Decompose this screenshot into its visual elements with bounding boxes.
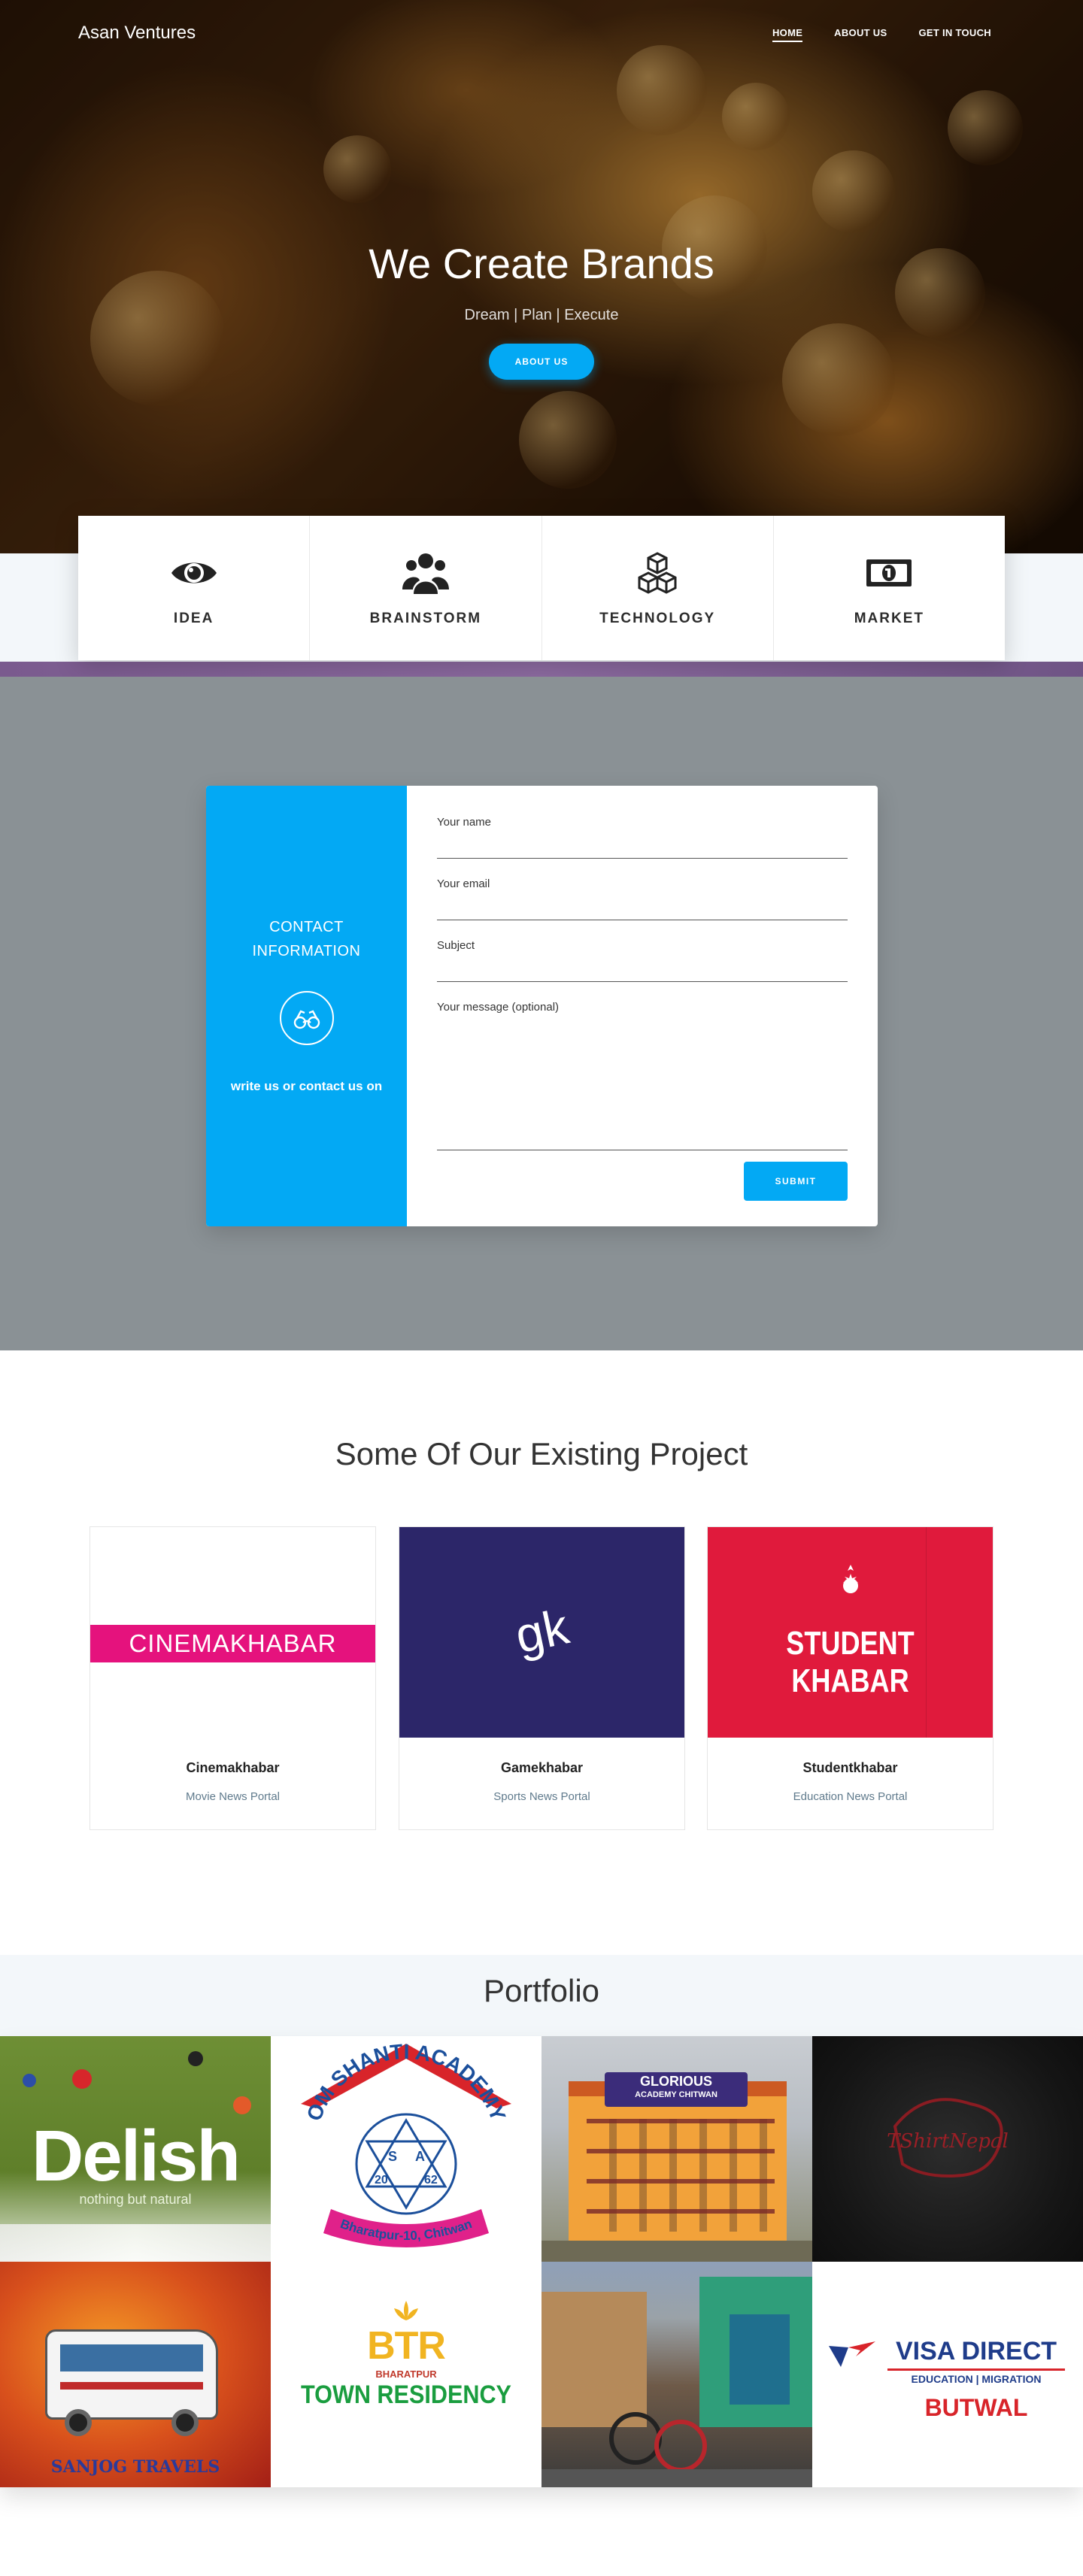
subject-field-group: Subject — [437, 939, 848, 982]
feature-idea: IDEA — [78, 516, 311, 660]
lotus-icon — [394, 2301, 418, 2320]
nepal-flag-icon — [843, 1565, 858, 1593]
project-name: Cinemakhabar — [186, 1760, 280, 1775]
email-label: Your email — [437, 877, 490, 890]
svg-text:TShirtNepal: TShirtNepal — [887, 2130, 1009, 2153]
glorious-sign: GLORIOUS — [639, 2074, 712, 2089]
portfolio-tile-sanjog-travels[interactable]: SANJOG TRAVELS — [0, 2262, 271, 2487]
contact-note: write us or contact us on — [230, 1079, 383, 1093]
name-label: Your name — [437, 816, 491, 829]
visa-direct-tagline: EDUCATION | MIGRATION — [911, 2373, 1042, 2385]
nav-about-us[interactable]: ABOUT US — [834, 27, 887, 38]
plane-icon — [829, 2341, 875, 2367]
svg-text:20: 20 — [375, 2174, 388, 2187]
feature-label: BRAINSTORM — [369, 611, 482, 626]
email-field-group: Your email — [437, 877, 848, 920]
feature-technology: TECHNOLOGY — [542, 516, 774, 660]
name-input[interactable] — [437, 833, 848, 859]
contact-info-panel: CONTACT INFORMATION write us or contact … — [206, 786, 407, 1226]
project-card-cinemakhabar[interactable]: CINEMAKHABAR Cinemakhabar Movie News Por… — [89, 1526, 376, 1830]
hero-subtitle: Dream | Plan | Execute — [464, 307, 619, 323]
eye-icon — [171, 562, 217, 583]
contact-form: Your name Your email Subject Your messag… — [407, 786, 878, 1226]
submit-button[interactable]: SUBMIT — [744, 1162, 848, 1201]
visa-direct-name: VISA DIRECT — [895, 2337, 1057, 2365]
name-field-group: Your name — [437, 816, 848, 859]
nav-home[interactable]: HOME — [772, 27, 803, 42]
message-label: Your message (optional) — [437, 1001, 560, 1014]
sanjog-logo-text: SANJOG TRAVELS — [50, 2457, 220, 2477]
top-nav: HOME ABOUT US GET IN TOUCH — [772, 27, 991, 42]
project-card-gamekhabar[interactable]: gk Gamekhabar Sports News Portal — [399, 1526, 685, 1830]
delish-logo: Delish — [31, 2116, 241, 2196]
gamekhabar-logo: gk — [510, 1598, 574, 1664]
feature-brainstorm: BRAINSTORM — [310, 516, 542, 660]
feature-label: IDEA — [173, 611, 214, 626]
btr-place: BHARATPUR — [375, 2368, 437, 2380]
project-name: Studentkhabar — [802, 1760, 898, 1775]
project-card-studentkhabar[interactable]: STUDENT KHABAR Studentkhabar Education N… — [707, 1526, 994, 1830]
about-us-button[interactable]: ABOUT US — [489, 344, 594, 380]
project-name: Gamekhabar — [500, 1760, 584, 1775]
binoculars-icon — [280, 991, 334, 1045]
glorious-subtitle: ACADEMY CHITWAN — [635, 2090, 717, 2099]
hero-section: Asan Ventures HOME ABOUT US GET IN TOUCH… — [0, 0, 1083, 553]
portfolio-tile-om-shanti[interactable]: OM SHANTI ACADEMY S A 20 62 Bharatpur-10… — [271, 2036, 542, 2262]
delish-tagline: nothing but natural — [79, 2192, 192, 2207]
feature-label: TECHNOLOGY — [599, 611, 716, 626]
project-description: Movie News Portal — [185, 1790, 281, 1803]
feature-market: MARKET — [774, 516, 1005, 660]
portfolio-tile-visa-direct[interactable]: VISA DIRECT EDUCATION | MIGRATION BUTWAL — [812, 2262, 1083, 2487]
studentkhabar-logo: STUDENT KHABAR — [786, 1625, 915, 1699]
portfolio-tile-town-residency[interactable]: BTR BHARATPUR TOWN RESIDENCY — [271, 2262, 542, 2487]
cubes-icon — [638, 552, 677, 594]
portfolio-tile-glorious[interactable]: GLORIOUS ACADEMY CHITWAN — [542, 2036, 812, 2262]
om-shanti-logo: OM SHANTI ACADEMY S A 20 62 Bharatpur-10… — [301, 2040, 511, 2247]
nav-get-in-touch[interactable]: GET IN TOUCH — [918, 27, 991, 38]
contact-card: CONTACT INFORMATION write us or contact … — [206, 786, 878, 1226]
hero-title: We Create Brands — [369, 240, 714, 287]
users-icon — [402, 553, 449, 594]
subject-label: Subject — [437, 939, 475, 952]
divider-bar — [0, 662, 1083, 677]
projects-title: Some Of Our Existing Project — [335, 1436, 748, 1471]
project-thumbnail: gk — [399, 1527, 684, 1738]
portfolio-grid: Delish nothing but natural OM SHANTI ACA… — [0, 2036, 1083, 2487]
project-description: Education News Portal — [793, 1790, 908, 1803]
message-field-group: Your message (optional) — [437, 1001, 848, 1150]
email-input[interactable] — [437, 895, 848, 920]
portfolio-tile-street-photo[interactable] — [542, 2262, 812, 2487]
tshirt-nepal-logo: TShirtNepal — [887, 2098, 1009, 2177]
cinemakhabar-logo: CINEMAKHABAR — [90, 1625, 375, 1662]
btr-letters: BTR — [367, 2324, 446, 2368]
svg-text:S: S — [388, 2149, 397, 2164]
svg-text:A: A — [415, 2149, 425, 2164]
svg-text:62: 62 — [424, 2174, 438, 2187]
contact-title: CONTACT INFORMATION — [252, 919, 361, 959]
feature-label: MARKET — [854, 611, 925, 626]
project-description: Sports News Portal — [493, 1790, 590, 1803]
subject-input[interactable] — [437, 956, 848, 982]
portfolio-tile-delish[interactable]: Delish nothing but natural — [0, 2036, 271, 2262]
portfolio-tile-tshirt-nepal[interactable]: TShirtNepal — [812, 2036, 1083, 2262]
portfolio-title: Portfolio — [483, 1973, 600, 2008]
project-thumbnail: STUDENT KHABAR — [708, 1527, 993, 1738]
money-icon — [866, 559, 912, 586]
brand-name[interactable]: Asan Ventures — [78, 23, 196, 44]
features-strip: IDEA BRAINSTORM TECHNOLOGY MARKET — [78, 516, 1005, 660]
visa-direct-city: BUTWAL — [924, 2394, 1028, 2421]
svg-text:OM SHANTI ACADEMY: OM SHANTI ACADEMY — [302, 2040, 511, 2124]
project-thumbnail: CINEMAKHABAR — [90, 1527, 375, 1738]
btr-name: TOWN RESIDENCY — [301, 2381, 511, 2409]
message-textarea[interactable] — [437, 1018, 848, 1150]
